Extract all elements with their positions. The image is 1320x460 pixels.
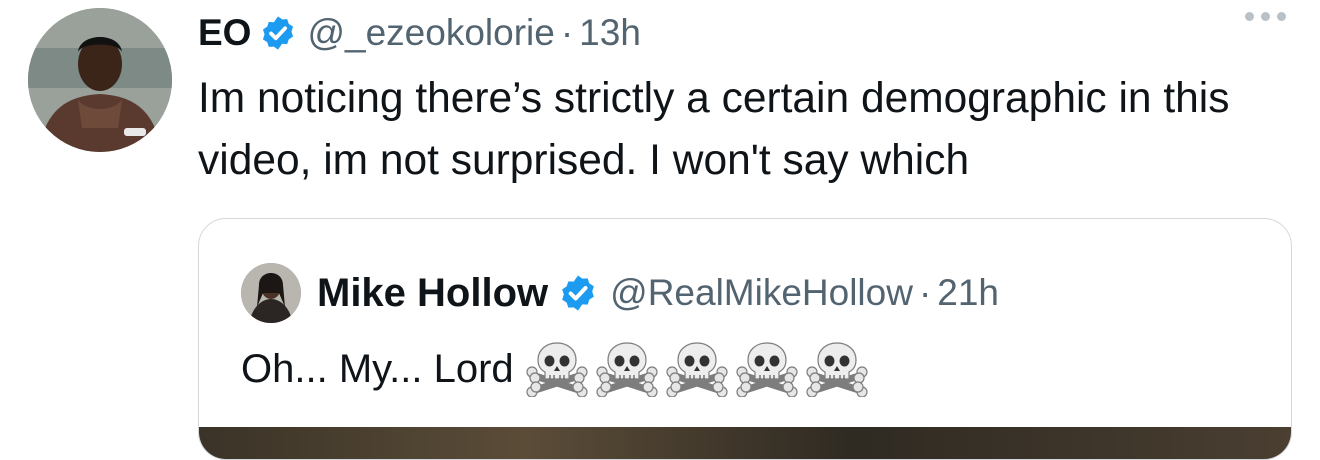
tweet-text: Im noticing there’s strictly a certain d… <box>198 75 1230 184</box>
skull-crossbones-icon <box>736 341 798 397</box>
skull-crossbones-icon <box>666 341 728 397</box>
skull-crossbones-icon <box>806 341 868 397</box>
quoted-author-name[interactable]: Mike Hollow <box>317 271 548 316</box>
separator-dot: · <box>560 12 574 53</box>
verified-badge-icon <box>558 273 598 313</box>
quoted-tweet-card[interactable]: Mike Hollow @RealMikeHollow · 21h Oh... … <box>198 218 1292 460</box>
quoted-tweet-text: Oh... My... Lord <box>241 347 514 391</box>
separator-dot: · <box>918 272 932 313</box>
verified-badge-icon <box>259 14 297 52</box>
author-avatar[interactable] <box>28 8 172 152</box>
quoted-tweet-text-row: Oh... My... Lord <box>241 341 868 397</box>
author-handle[interactable]: @_ezeokolorie <box>307 12 554 54</box>
author-name[interactable]: EO <box>198 12 251 54</box>
quoted-author-handle[interactable]: @RealMikeHollow <box>610 272 913 314</box>
quoted-tweet-header: Mike Hollow @RealMikeHollow · 21h <box>317 267 999 319</box>
tweet-timestamp[interactable]: 13h <box>579 12 641 54</box>
quoted-author-avatar[interactable] <box>241 263 301 323</box>
tweet-header: EO @_ezeokolorie · 13h <box>198 8 641 58</box>
skull-crossbones-icon <box>526 341 588 397</box>
quoted-tweet-timestamp[interactable]: 21h <box>937 272 999 314</box>
skull-crossbones-icon <box>596 341 658 397</box>
more-options-icon[interactable] <box>1245 12 1286 21</box>
skull-emoji-group <box>526 341 868 397</box>
